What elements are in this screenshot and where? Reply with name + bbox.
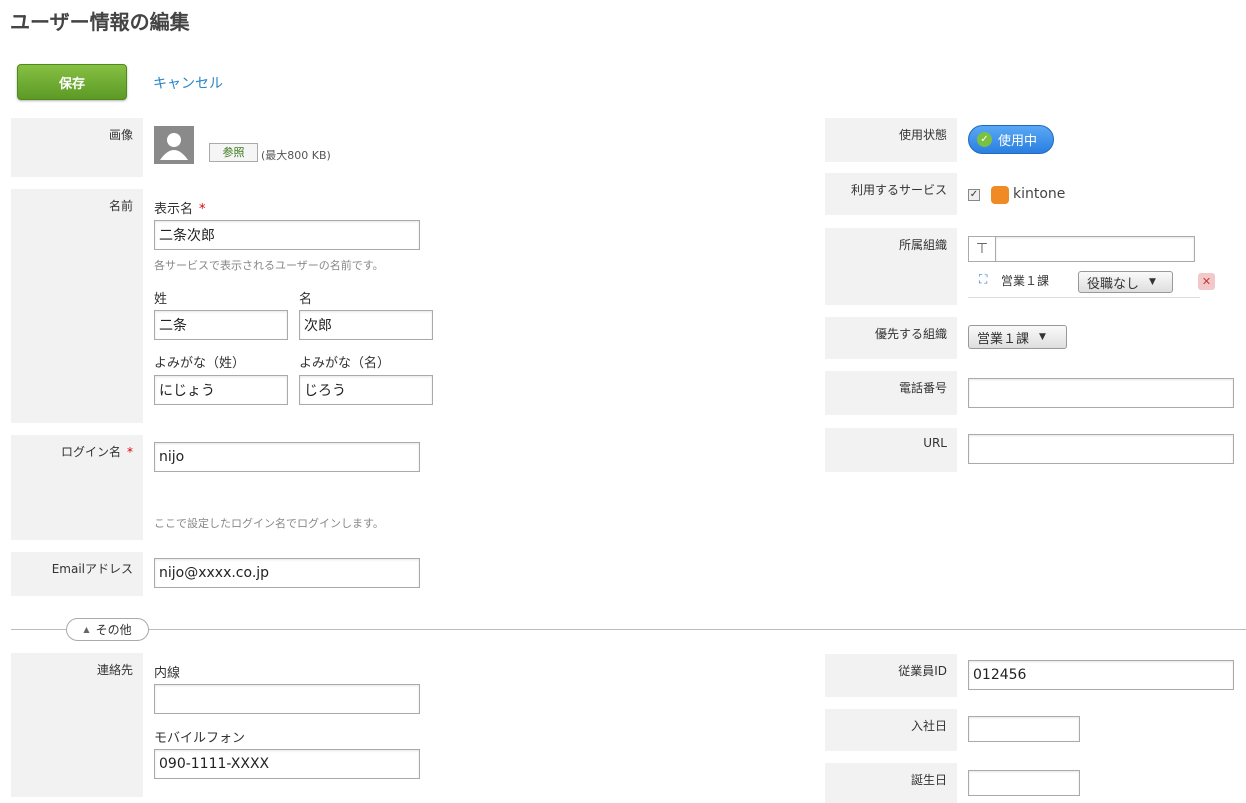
- login-input[interactable]: [154, 442, 420, 472]
- display-name-label: 表示名 *: [154, 202, 206, 217]
- kintone-label: kintone: [1013, 186, 1066, 202]
- priority-label: 優先する組織: [825, 317, 957, 359]
- section-divider: [11, 629, 1246, 630]
- remove-icon[interactable]: ✕: [1198, 273, 1215, 290]
- org-name: 営業１課: [1001, 274, 1050, 288]
- ext-label: 内線: [154, 666, 181, 681]
- login-label: ログイン名 *: [11, 435, 143, 540]
- mobile-label: モバイルフォン: [154, 731, 246, 746]
- user-silhouette-icon: [160, 133, 188, 160]
- birthday-label: 誕生日: [825, 763, 957, 803]
- mobile-input[interactable]: [154, 749, 420, 779]
- required-mark: *: [127, 445, 133, 459]
- kintone-checkbox[interactable]: ✓: [968, 189, 980, 201]
- page-title: ユーザー情報の編集: [10, 10, 190, 34]
- last-kana-input[interactable]: [154, 375, 288, 405]
- services-label: 利用するサービス: [825, 173, 957, 215]
- display-name-input[interactable]: [154, 220, 420, 250]
- triangle-up-icon: ▲: [83, 625, 90, 634]
- birthday-input[interactable]: [968, 770, 1080, 796]
- priority-select[interactable]: 営業１課 ▼: [968, 325, 1067, 349]
- url-label: URL: [825, 428, 957, 472]
- role-select[interactable]: 役職なし ▼: [1078, 271, 1173, 293]
- kintone-icon: [991, 186, 1009, 204]
- dropdown-arrow-icon: ▼: [1149, 277, 1156, 287]
- join-date-input[interactable]: [968, 716, 1080, 742]
- required-mark: *: [199, 202, 206, 217]
- last-name-label: 姓: [154, 292, 168, 307]
- org-divider: [968, 297, 1200, 298]
- ext-input[interactable]: [154, 684, 420, 714]
- image-label: 画像: [11, 118, 143, 177]
- org-tree-icon[interactable]: ⊤: [968, 236, 996, 262]
- email-label: Emailアドレス: [11, 552, 143, 596]
- name-label: 名前: [11, 189, 143, 423]
- cancel-link[interactable]: キャンセル: [153, 73, 223, 93]
- avatar: [154, 126, 194, 164]
- other-toggle[interactable]: ▲ その他: [66, 618, 149, 641]
- last-kana-label: よみがな（姓）: [154, 356, 246, 371]
- check-circle-icon: ✓: [977, 132, 992, 147]
- org-icon: ⛶: [979, 272, 988, 286]
- status-label: 使用状態: [825, 118, 957, 162]
- display-name-hint: 各サービスで表示されるユーザーの名前です。: [154, 259, 384, 272]
- org-input[interactable]: [995, 236, 1195, 262]
- join-date-label: 入社日: [825, 709, 957, 751]
- first-name-input[interactable]: [299, 310, 433, 340]
- login-hint: ここで設定したログイン名でログインします。: [154, 517, 384, 530]
- first-name-label: 名: [299, 292, 313, 307]
- contact-label: 連絡先: [11, 653, 143, 797]
- last-name-input[interactable]: [154, 310, 288, 340]
- phone-input[interactable]: [968, 378, 1234, 408]
- dropdown-arrow-icon: ▼: [1039, 332, 1046, 342]
- employee-id-label: 従業員ID: [825, 654, 957, 697]
- image-limit: (最大800 KB): [261, 149, 331, 162]
- url-input[interactable]: [968, 434, 1234, 464]
- employee-id-input[interactable]: [968, 660, 1234, 690]
- first-kana-label: よみがな（名）: [299, 356, 391, 371]
- first-kana-input[interactable]: [299, 375, 433, 405]
- phone-label: 電話番号: [825, 371, 957, 415]
- save-button[interactable]: 保存: [17, 64, 127, 100]
- status-toggle[interactable]: ✓ 使用中: [968, 125, 1054, 154]
- browse-button[interactable]: 参照: [209, 143, 258, 162]
- email-input[interactable]: [154, 558, 420, 588]
- org-label: 所属組織: [825, 228, 957, 305]
